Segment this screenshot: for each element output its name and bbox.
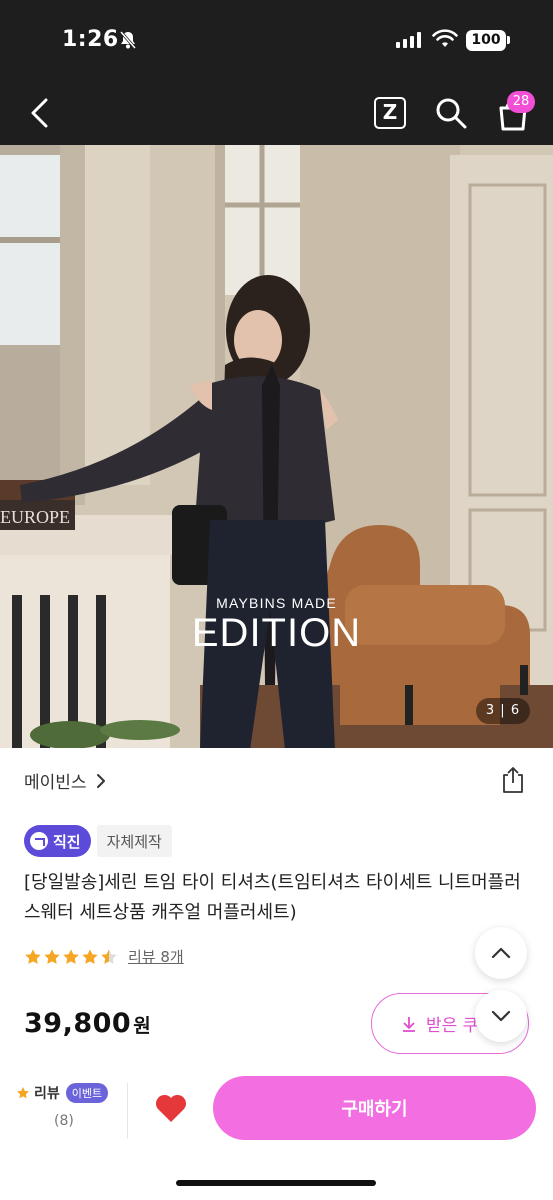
jikjin-badge: 직진 (24, 825, 91, 857)
brand-name: 메이빈스 (24, 773, 87, 793)
jikjin-label: 직진 (53, 832, 81, 851)
star-icon (63, 948, 79, 964)
z-icon[interactable]: Z (374, 97, 406, 129)
price-unit: 원 (133, 1015, 152, 1037)
chevron-up-icon (491, 947, 511, 959)
review-header: 리뷰 이벤트 (16, 1083, 127, 1103)
scroll-down-button[interactable] (475, 990, 527, 1042)
bell-off-icon (119, 31, 137, 49)
event-badge: 이벤트 (65, 1083, 109, 1103)
battery-indicator: 100 (466, 30, 506, 51)
chevron-right-icon (96, 773, 105, 788)
product-title: [당일발송]세린 트임 타이 티셔츠(트임티셔츠 타이세트 니트머플러 스웨터 … (24, 872, 521, 923)
heart-icon[interactable] (154, 1092, 188, 1124)
price: 39,800 원 (24, 1008, 151, 1039)
home-indicator (176, 1180, 376, 1186)
badge-row: 직진 자체제작 (24, 825, 172, 857)
back-icon[interactable] (26, 96, 54, 130)
search-icon[interactable] (434, 96, 468, 130)
product-image-carousel[interactable]: EUROPE MAYBINS MADE EDITION 3 | 6 (0, 145, 553, 748)
product-photo: EUROPE (0, 145, 553, 748)
star-half-icon (101, 948, 117, 964)
review-label: 리뷰 (34, 1086, 60, 1102)
image-page-indicator: 3 | 6 (476, 698, 530, 724)
share-icon[interactable] (500, 766, 526, 794)
download-icon (403, 1016, 415, 1032)
top-bar: 1:26 100 Z 28 (0, 0, 553, 145)
review-count: (8) (54, 1113, 74, 1129)
arrow-circle-icon (30, 832, 48, 850)
review-count-link[interactable]: 리뷰 8개 (128, 946, 184, 967)
wifi-icon (432, 29, 458, 47)
star-icon (44, 948, 60, 964)
signal-icon (396, 32, 421, 48)
status-time: 1:26 (62, 27, 119, 52)
rating-stars (24, 948, 118, 966)
hero-brand-text: MAYBINS MADE (216, 595, 337, 611)
buy-button[interactable]: 구매하기 (213, 1076, 536, 1140)
brand-link[interactable]: 메이빈스 (24, 768, 107, 793)
star-icon (17, 1087, 29, 1099)
price-value: 39,800 (24, 1008, 132, 1039)
star-icon (25, 948, 41, 964)
hero-title-text: EDITION (191, 611, 362, 655)
coupon-label: 받은 쿠 (426, 1016, 479, 1036)
self-made-badge: 자체제작 (96, 825, 172, 857)
star-icon (82, 948, 98, 964)
rating-row[interactable]: 리뷰 8개 (24, 946, 184, 967)
review-summary[interactable]: 리뷰 이벤트 (8) (16, 1083, 128, 1139)
cart-count-badge: 28 (507, 91, 535, 113)
scroll-up-button[interactable] (475, 927, 527, 979)
book-spine-text: EUROPE (0, 507, 70, 527)
chevron-down-icon (491, 1010, 511, 1022)
battery-tip (507, 36, 510, 44)
